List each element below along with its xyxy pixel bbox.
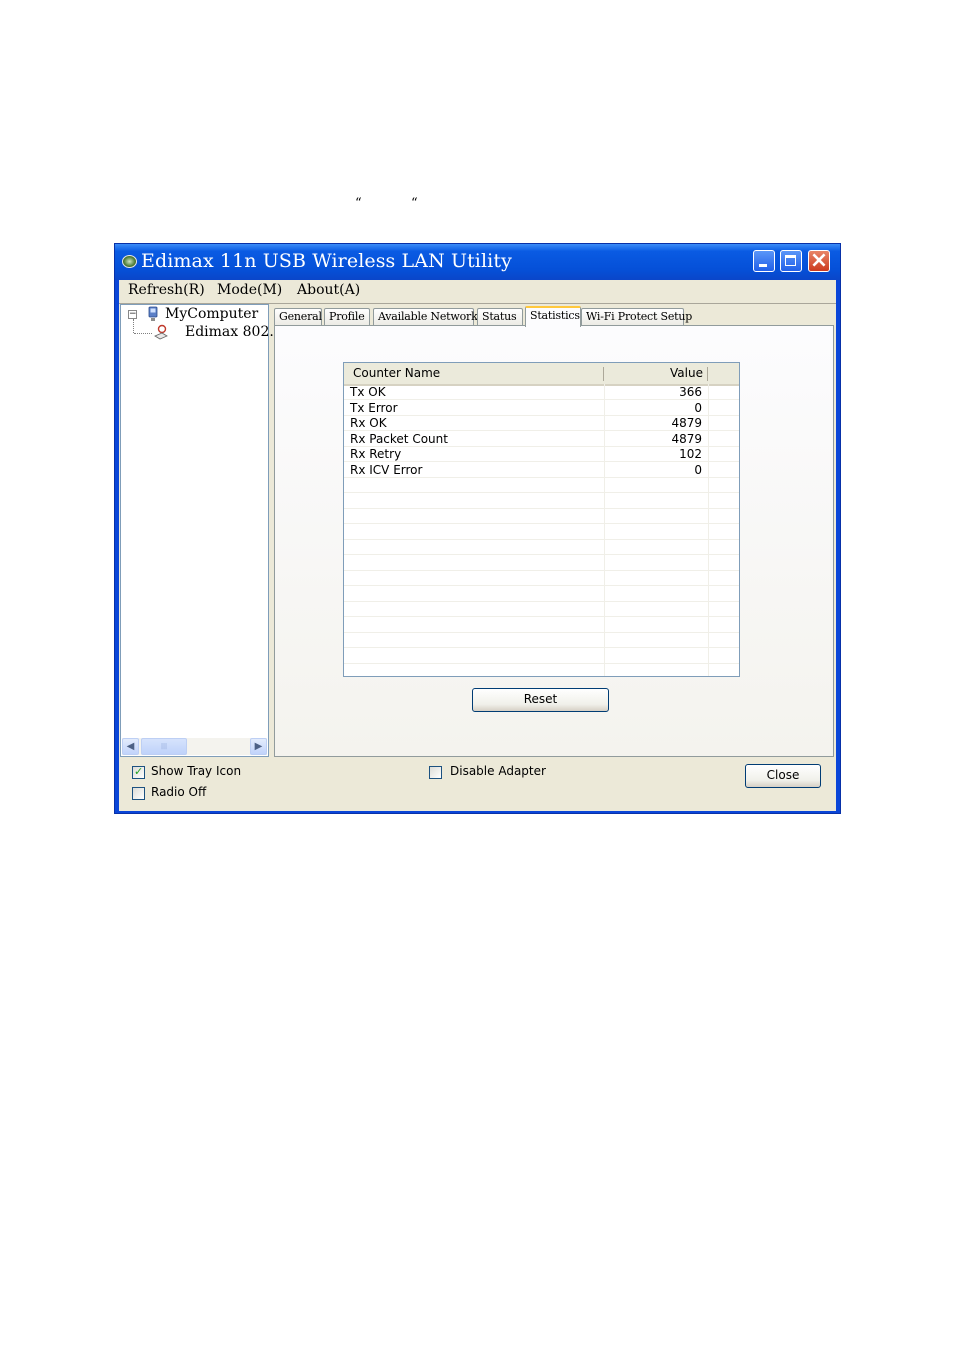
menu-about[interactable]: About(A) bbox=[297, 282, 360, 298]
counter-value-cell: 4879 bbox=[671, 416, 702, 430]
table-row[interactable] bbox=[344, 539, 739, 555]
table-row[interactable] bbox=[344, 663, 739, 676]
table-row[interactable] bbox=[344, 493, 739, 509]
tab-statistics[interactable]: Statistics bbox=[525, 306, 581, 327]
counter-value-cell: 0 bbox=[694, 400, 702, 415]
device-tree[interactable]: − MyComputer Edimax 802. ◀ ||| ▶ bbox=[120, 304, 274, 757]
table-row[interactable]: Rx OK 4879 bbox=[344, 415, 739, 431]
tab-profile[interactable]: Profile bbox=[324, 308, 370, 325]
statistics-panel: Counter Name Value Tx OK 366 Tx Error 0 Rx O… bbox=[274, 325, 834, 757]
tab-available-network[interactable]: Available Network bbox=[373, 308, 478, 325]
counter-name-cell: Rx OK bbox=[350, 416, 387, 430]
counter-value-cell: 102 bbox=[679, 447, 702, 461]
table-row[interactable] bbox=[344, 617, 739, 633]
minimize-icon bbox=[759, 264, 767, 267]
disable-adapter-checkbox[interactable] bbox=[429, 766, 442, 779]
table-row[interactable]: Rx Packet Count 4879 bbox=[344, 431, 739, 447]
counter-name-cell: Rx ICV Error bbox=[350, 462, 423, 477]
disable-adapter-label[interactable]: Disable Adapter bbox=[450, 764, 546, 778]
tab-wifi-protect-setup[interactable]: Wi-Fi Protect Setup bbox=[581, 308, 692, 325]
counter-name-cell: Rx Retry bbox=[350, 447, 402, 461]
table-row[interactable]: Tx Error 0 bbox=[344, 400, 739, 416]
table-row[interactable]: Rx ICV Error 0 bbox=[344, 462, 739, 478]
checkmark-icon: ✓ bbox=[134, 765, 144, 778]
menu-mode[interactable]: Mode(M) bbox=[217, 282, 282, 298]
show-tray-icon-label[interactable]: Show Tray Icon bbox=[151, 764, 241, 778]
counter-value-cell: 366 bbox=[679, 385, 702, 399]
window-title: Edimax 11n USB Wireless LAN Utility bbox=[141, 250, 512, 272]
collapse-icon[interactable]: − bbox=[128, 310, 137, 319]
column-counter-name[interactable]: Counter Name bbox=[353, 366, 440, 380]
table-row[interactable] bbox=[344, 508, 739, 524]
app-icon bbox=[122, 255, 137, 268]
close-button[interactable]: Close bbox=[745, 764, 821, 788]
tree-horizontal-scrollbar[interactable]: ◀ ||| ▶ bbox=[122, 738, 267, 755]
table-row[interactable] bbox=[344, 601, 739, 617]
radio-off-label[interactable]: Radio Off bbox=[151, 785, 206, 799]
scroll-right-button[interactable]: ▶ bbox=[250, 738, 267, 755]
table-row[interactable] bbox=[344, 632, 739, 648]
scroll-left-button[interactable]: ◀ bbox=[122, 738, 139, 755]
computer-icon bbox=[148, 306, 158, 321]
tree-item-mycomputer[interactable]: MyComputer bbox=[165, 306, 258, 322]
table-row[interactable]: Rx Retry 102 bbox=[344, 446, 739, 462]
table-row[interactable] bbox=[344, 648, 739, 664]
table-row[interactable] bbox=[344, 477, 739, 493]
utility-window: Edimax 11n USB Wireless LAN Utility × Re… bbox=[114, 243, 841, 814]
show-tray-icon-checkbox[interactable]: ✓ bbox=[132, 765, 145, 779]
quote-mark-close: “ bbox=[411, 196, 418, 211]
client-area: Refresh(R) Mode(M) About(A) − MyComputer… bbox=[119, 280, 836, 811]
tab-general[interactable]: General bbox=[274, 308, 322, 325]
maximize-icon bbox=[785, 255, 796, 266]
table-row[interactable]: Tx OK 366 bbox=[344, 384, 739, 400]
tree-connector bbox=[133, 319, 134, 333]
menu-refresh[interactable]: Refresh(R) bbox=[128, 282, 205, 298]
counter-name-cell: Tx OK bbox=[350, 385, 386, 399]
counter-value-cell: 0 bbox=[694, 462, 702, 477]
column-value[interactable]: Value bbox=[670, 366, 703, 380]
reset-button[interactable]: Reset bbox=[472, 688, 609, 712]
menu-bar: Refresh(R) Mode(M) About(A) bbox=[119, 280, 836, 304]
column-gridline bbox=[708, 384, 709, 676]
scroll-thumb[interactable]: ||| bbox=[141, 738, 187, 755]
minimize-button[interactable] bbox=[753, 250, 775, 272]
table-row[interactable] bbox=[344, 570, 739, 586]
title-bar[interactable]: Edimax 11n USB Wireless LAN Utility × bbox=[115, 244, 840, 280]
column-separator[interactable] bbox=[707, 367, 708, 381]
counter-value-cell: 4879 bbox=[671, 431, 702, 446]
list-header: Counter Name Value bbox=[344, 363, 739, 386]
table-row[interactable] bbox=[344, 524, 739, 540]
column-separator[interactable] bbox=[603, 367, 604, 381]
close-icon: × bbox=[809, 248, 829, 273]
statistics-list[interactable]: Counter Name Value Tx OK 366 Tx Error 0 Rx O… bbox=[343, 362, 740, 677]
close-window-button[interactable]: × bbox=[808, 248, 830, 273]
table-row[interactable] bbox=[344, 555, 739, 571]
radio-off-checkbox[interactable] bbox=[132, 787, 145, 800]
tab-status[interactable]: Status bbox=[477, 308, 523, 325]
column-gridline bbox=[604, 384, 605, 676]
table-row[interactable] bbox=[344, 586, 739, 602]
tree-item-adapter[interactable]: Edimax 802. bbox=[185, 324, 274, 340]
wireless-adapter-icon bbox=[154, 324, 168, 340]
quote-mark-open: “ bbox=[355, 196, 362, 211]
counter-name-cell: Rx Packet Count bbox=[350, 431, 448, 446]
tree-connector bbox=[134, 333, 152, 334]
counter-name-cell: Tx Error bbox=[350, 400, 398, 415]
maximize-button[interactable] bbox=[780, 250, 802, 272]
